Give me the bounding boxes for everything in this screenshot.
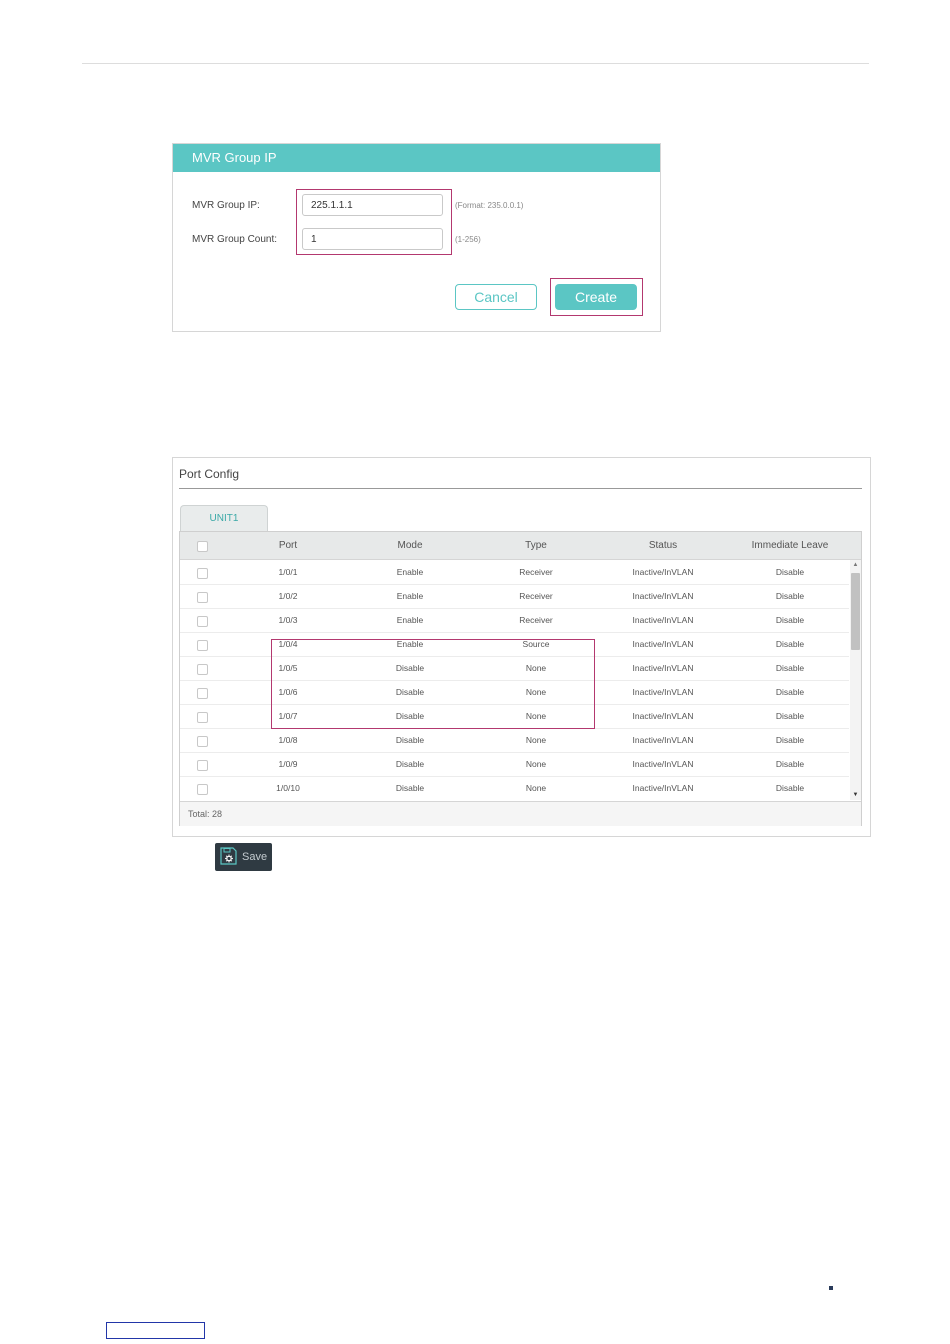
page-top-rule — [82, 63, 869, 64]
port-config-title: Port Config — [179, 467, 240, 481]
save-gear-icon — [220, 847, 237, 865]
cell-type: Receiver — [519, 591, 553, 601]
cell-port: 1/0/9 — [278, 759, 298, 769]
cell-immediate-leave: Disable — [775, 735, 805, 745]
page-corner-mark — [829, 1286, 833, 1290]
port-table: Port Mode Type Status Immediate Leave 1/… — [179, 531, 862, 826]
cell-mode: Disable — [395, 735, 425, 745]
table-footer: Total: 28 — [180, 801, 861, 826]
rows-highlight-box — [271, 639, 595, 729]
column-header-type: Type — [525, 540, 547, 551]
cell-type: None — [525, 735, 547, 745]
port-config-divider — [179, 488, 862, 489]
row-checkbox[interactable] — [197, 664, 208, 675]
cell-mode: Enable — [396, 591, 424, 601]
cell-mode: Enable — [396, 567, 424, 577]
select-all-checkbox[interactable] — [197, 541, 208, 552]
cell-immediate-leave: Disable — [775, 591, 805, 601]
row-checkbox[interactable] — [197, 616, 208, 627]
scrollbar-thumb[interactable] — [851, 573, 860, 650]
cell-mode: Disable — [395, 783, 425, 793]
table-scrollbar[interactable]: ▲ ▼ — [850, 560, 861, 800]
save-button-label: Save — [242, 851, 268, 863]
cell-status: Inactive/InVLAN — [632, 759, 694, 769]
port-config-panel: Port Config UNIT1 Port Mode Type Status … — [172, 457, 871, 837]
cell-port: 1/0/1 — [278, 567, 298, 577]
mvr-group-count-hint: (1-256) — [455, 235, 481, 244]
mvr-group-ip-hint: (Format: 235.0.0.1) — [455, 201, 524, 210]
cell-mode: Disable — [395, 759, 425, 769]
table-row[interactable]: 1/0/10 Disable None Inactive/InVLAN Disa… — [180, 776, 849, 800]
cell-port: 1/0/8 — [278, 735, 298, 745]
cell-status: Inactive/InVLAN — [632, 639, 694, 649]
total-count: Total: 28 — [188, 809, 223, 819]
table-row[interactable]: 1/0/2 Enable Receiver Inactive/InVLAN Di… — [180, 584, 849, 609]
scroll-up-arrow-icon[interactable]: ▲ — [850, 560, 861, 570]
cell-immediate-leave: Disable — [775, 687, 805, 697]
row-checkbox[interactable] — [197, 784, 208, 795]
row-checkbox[interactable] — [197, 592, 208, 603]
column-header-mode: Mode — [397, 540, 423, 551]
cell-type: None — [525, 759, 547, 769]
table-row[interactable]: 1/0/3 Enable Receiver Inactive/InVLAN Di… — [180, 608, 849, 633]
cancel-button[interactable]: Cancel — [455, 284, 537, 310]
mvr-group-ip-label: MVR Group IP: — [192, 200, 260, 211]
cell-status: Inactive/InVLAN — [632, 591, 694, 601]
cell-status: Inactive/InVLAN — [632, 783, 694, 793]
cell-status: Inactive/InVLAN — [632, 687, 694, 697]
row-checkbox[interactable] — [197, 688, 208, 699]
scroll-down-arrow-icon[interactable]: ▼ — [850, 790, 861, 800]
mvr-group-count-label: MVR Group Count: — [192, 234, 278, 245]
row-checkbox[interactable] — [197, 760, 208, 771]
cell-immediate-leave: Disable — [775, 567, 805, 577]
cell-status: Inactive/InVLAN — [632, 567, 694, 577]
cell-immediate-leave: Disable — [775, 783, 805, 793]
cell-status: Inactive/InVLAN — [632, 663, 694, 673]
cell-port: 1/0/2 — [278, 591, 298, 601]
column-header-immediate-leave: Immediate Leave — [751, 540, 829, 551]
row-checkbox[interactable] — [197, 712, 208, 723]
form-highlight-box — [296, 189, 452, 255]
cell-status: Inactive/InVLAN — [632, 711, 694, 721]
cell-immediate-leave: Disable — [775, 711, 805, 721]
save-button[interactable]: Save — [215, 843, 272, 871]
table-row[interactable]: 1/0/8 Disable None Inactive/InVLAN Disab… — [180, 728, 849, 753]
cell-type: Receiver — [519, 567, 553, 577]
cell-mode: Enable — [396, 615, 424, 625]
cell-immediate-leave: Disable — [775, 639, 805, 649]
cell-port: 1/0/3 — [278, 615, 298, 625]
row-checkbox[interactable] — [197, 568, 208, 579]
cell-immediate-leave: Disable — [775, 759, 805, 769]
tab-unit1[interactable]: UNIT1 — [180, 505, 268, 532]
table-header: Port Mode Type Status Immediate Leave — [180, 532, 861, 560]
cell-port: 1/0/10 — [276, 783, 300, 793]
row-checkbox[interactable] — [197, 736, 208, 747]
mvr-panel-title: MVR Group IP — [173, 144, 660, 172]
create-highlight-box — [550, 278, 643, 316]
table-row[interactable]: 1/0/9 Disable None Inactive/InVLAN Disab… — [180, 752, 849, 777]
table-row[interactable]: 1/0/1 Enable Receiver Inactive/InVLAN Di… — [180, 560, 849, 585]
cell-immediate-leave: Disable — [775, 663, 805, 673]
cell-immediate-leave: Disable — [775, 615, 805, 625]
cell-status: Inactive/InVLAN — [632, 615, 694, 625]
column-header-status: Status — [648, 540, 678, 551]
cell-type: Receiver — [519, 615, 553, 625]
column-header-port: Port — [278, 540, 298, 551]
mvr-group-ip-panel: MVR Group IP MVR Group IP: (Format: 235.… — [172, 143, 661, 332]
cell-status: Inactive/InVLAN — [632, 735, 694, 745]
bottom-link-box[interactable] — [106, 1322, 205, 1339]
row-checkbox[interactable] — [197, 640, 208, 651]
cell-type: None — [525, 783, 547, 793]
